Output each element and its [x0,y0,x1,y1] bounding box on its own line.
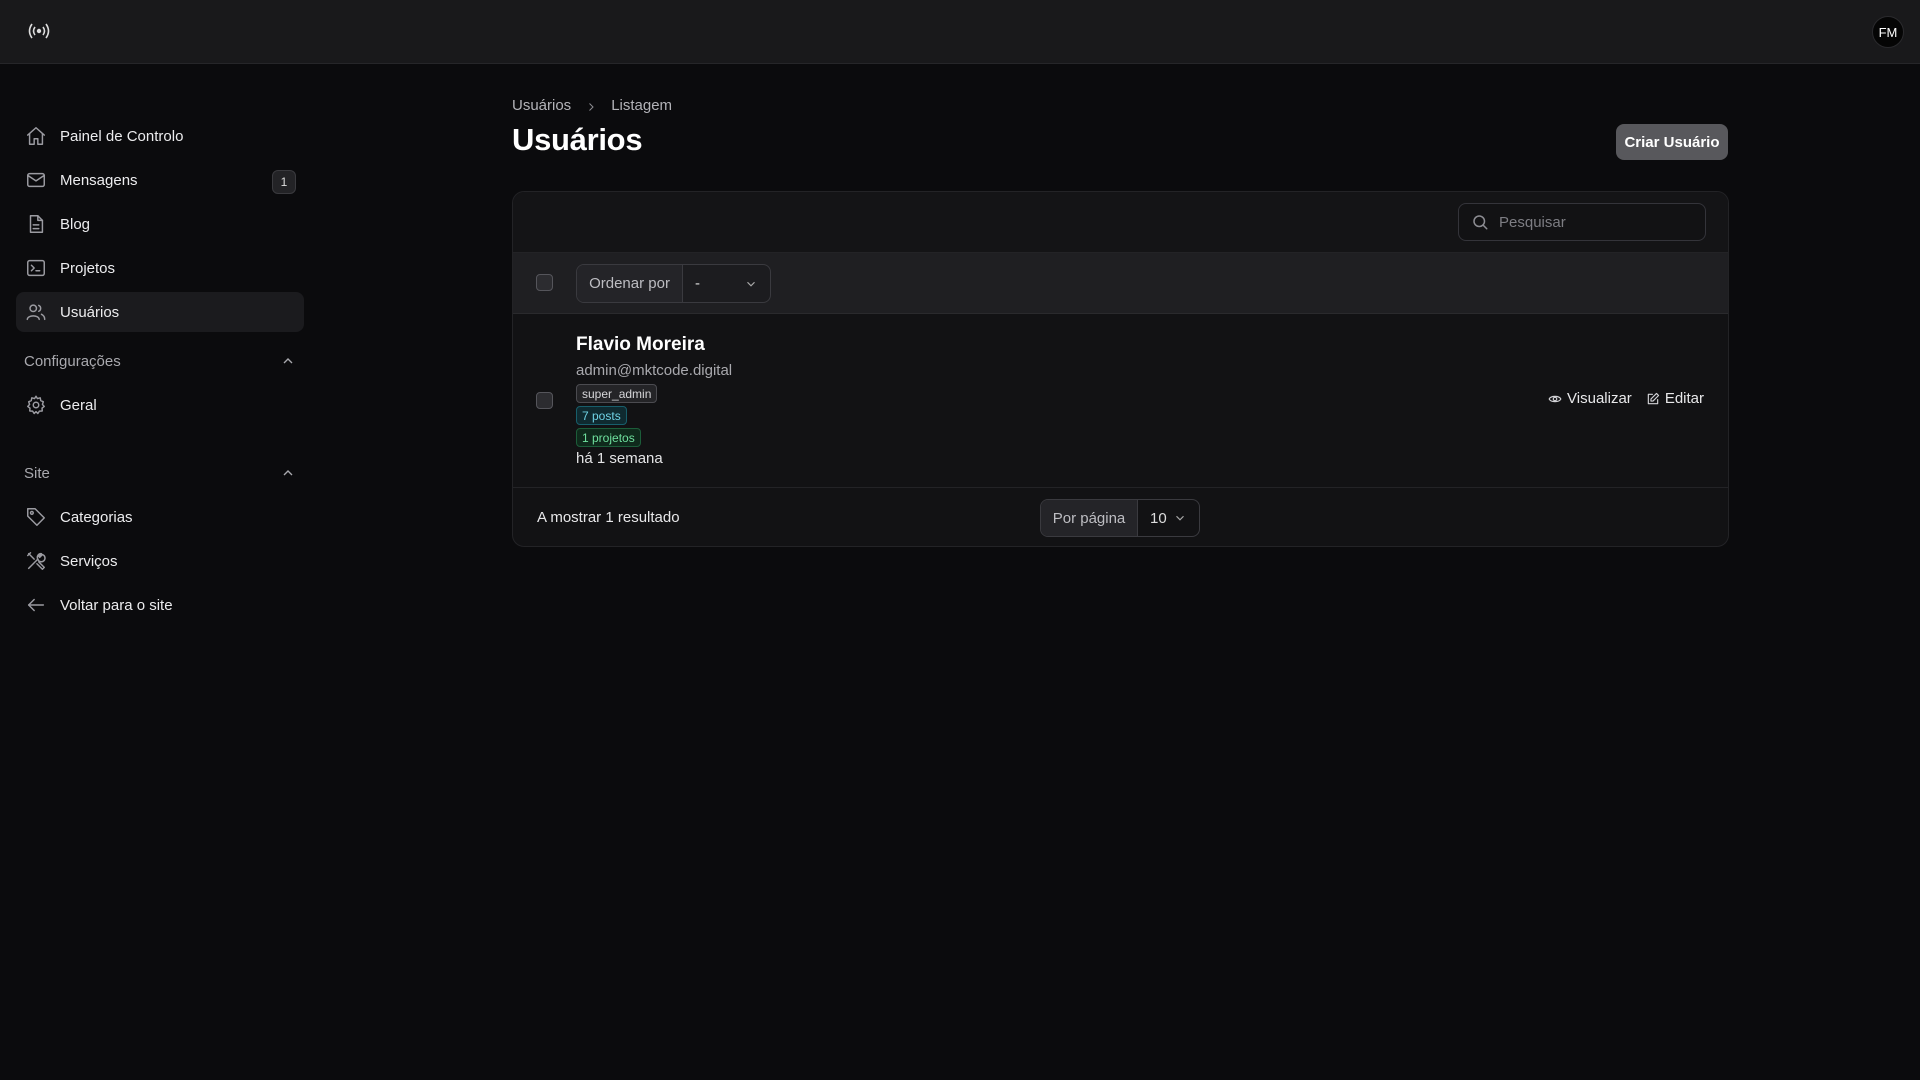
avatar[interactable]: FM [1872,16,1904,48]
row-actions: Visualizar Editar [1548,390,1704,407]
group-label: Configurações [24,352,121,370]
breadcrumb: Usuários Listagem [512,97,672,114]
search-field[interactable] [1458,203,1706,241]
breadcrumb-item-listing: Listagem [611,97,673,114]
gear-icon [24,393,48,417]
arrow-left-icon [24,593,48,617]
sort-label: Ordenar por [577,265,683,302]
sidebar-item-services[interactable]: Serviços [16,541,304,581]
group-label: Site [24,464,50,482]
eye-icon [1548,395,1562,402]
view-button[interactable]: Visualizar [1548,390,1632,407]
search-icon [1473,215,1488,230]
chevron-right-icon [585,100,597,112]
view-label: Visualizar [1567,390,1632,407]
sidebar-item-blog[interactable]: Blog [16,204,304,244]
sidebar-item-projects[interactable]: Projetos [16,248,304,288]
role-badge: super_admin [576,384,658,403]
sidebar: Painel de Controlo Mensagens 1 Blog Proj… [0,64,320,1080]
sort-control: Ordenar por - [576,264,771,303]
sidebar-item-label: Mensagens [60,171,138,189]
edit-icon [1647,392,1659,404]
page-title: Usuários [512,122,643,157]
terminal-icon [24,256,48,280]
document-icon [24,212,48,236]
per-page-select[interactable]: 10 [1138,500,1199,536]
sidebar-item-messages[interactable]: Mensagens 1 [16,160,304,200]
table-row: Flavio Moreira admin@mktcode.digital sup… [513,314,1728,488]
user-name: Flavio Moreira [576,334,705,355]
sort-value: - [695,275,700,292]
per-page-label: Por página [1041,500,1138,536]
sidebar-item-general[interactable]: Geral [16,385,304,425]
table-header [513,192,1728,253]
top-bar: FM [0,0,1920,64]
search-input[interactable] [1499,213,1689,231]
result-count: A mostrar 1 resultado [537,509,680,526]
sidebar-item-label: Geral [60,396,97,414]
users-table: Ordenar por - Flavio Moreira admin@mktco… [512,191,1729,547]
sidebar-item-categories[interactable]: Categorias [16,497,304,537]
mail-icon [24,168,48,192]
per-page-value: 10 [1150,509,1167,527]
tag-icon [24,505,48,529]
sidebar-item-label: Projetos [60,259,116,277]
sidebar-item-label: Blog [60,215,91,233]
sidebar-item-back-to-site[interactable]: Voltar para o site [16,585,304,625]
create-user-button[interactable]: Criar Usuário [1616,124,1728,160]
sidebar-item-users[interactable]: Usuários [16,292,304,332]
sidebar-item-label: Usuários [60,303,120,321]
users-icon [24,300,48,324]
sidebar-item-label: Serviços [60,552,118,570]
message-count-badge: 1 [272,170,296,194]
tools-icon [24,549,48,573]
group-configuracoes[interactable]: Configurações [24,349,296,373]
edit-label: Editar [1664,390,1704,407]
sort-select[interactable]: - [683,265,770,302]
chevron-down-icon [747,281,755,287]
table-footer: A mostrar 1 resultado Por página 10 [513,488,1728,546]
breadcrumb-item-users[interactable]: Usuários [512,97,571,114]
user-created-time: há 1 semana [576,450,663,467]
posts-badge: 7 posts [576,406,627,425]
table-toolbar: Ordenar por - [513,253,1728,314]
per-page-control: Por página 10 [1040,499,1200,537]
sidebar-item-label: Painel de Controlo [60,127,184,145]
group-site[interactable]: Site [24,461,296,485]
chevron-up-icon [283,358,293,364]
sidebar-item-label: Voltar para o site [60,596,173,614]
sidebar-item-label: Categorias [60,508,133,526]
home-icon [24,124,48,148]
chevron-down-icon [1176,515,1184,521]
select-all-checkbox[interactable] [536,274,553,291]
broadcast-logo-icon[interactable] [28,22,50,40]
user-email: admin@mktcode.digital [576,362,733,379]
projects-badge: 1 projetos [576,428,641,447]
chevron-up-icon [283,470,293,476]
sidebar-item-dashboard[interactable]: Painel de Controlo [16,116,304,156]
row-checkbox[interactable] [536,392,553,409]
edit-button[interactable]: Editar [1646,390,1704,407]
